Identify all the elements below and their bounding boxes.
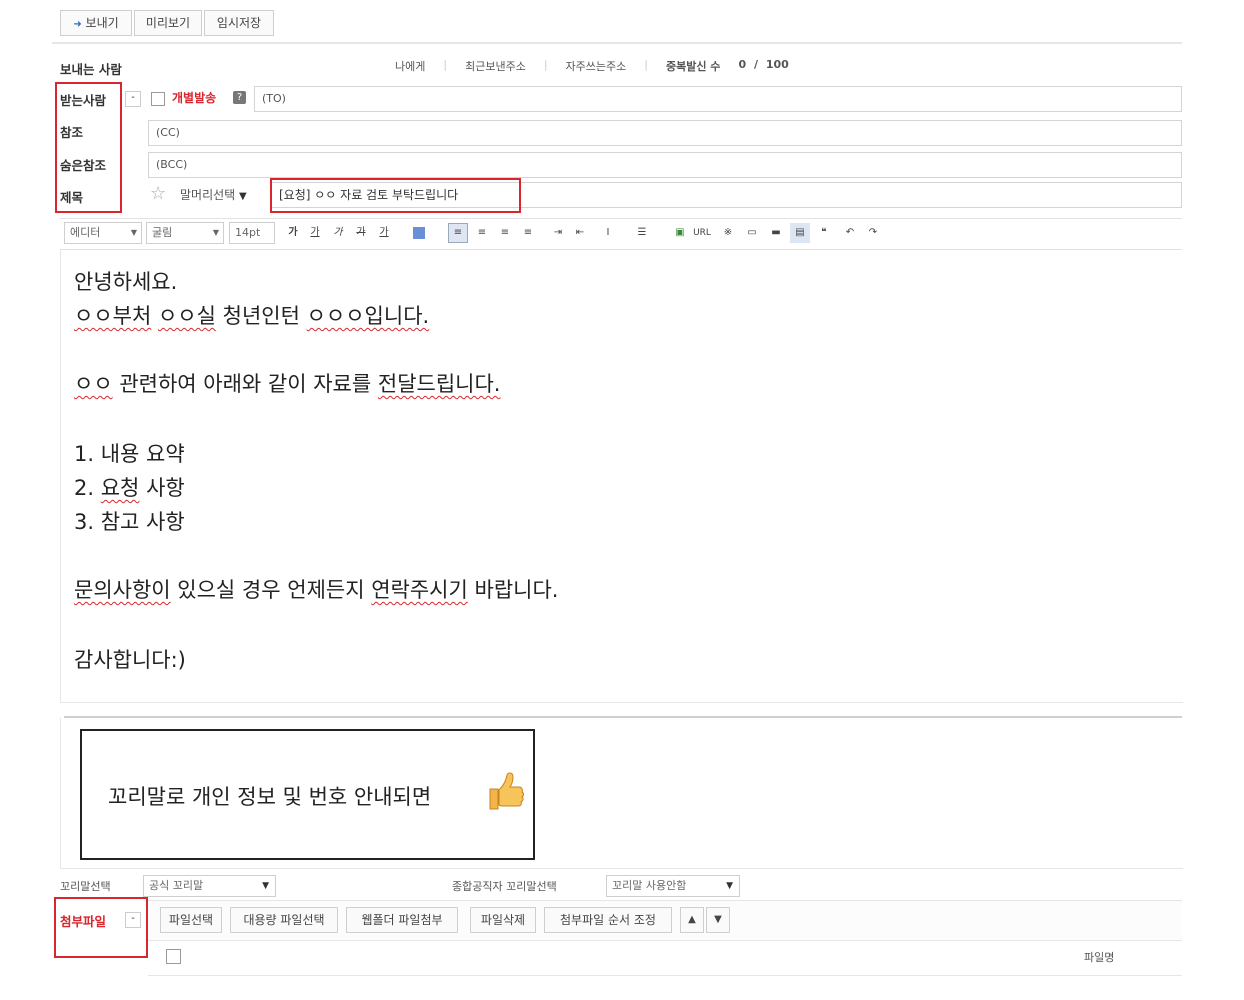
chevron-down-icon: ▼ [262, 881, 269, 891]
individual-send-checkbox[interactable] [151, 92, 165, 106]
general-signature-label: 종합공직자 꼬리말선택 [452, 880, 557, 893]
body-contact: 문의사항이 있으실 경우 언제든지 연락주시기 바랍니다. [74, 578, 559, 602]
highlight-subject [270, 178, 521, 213]
move-down-button[interactable]: ▼ [706, 907, 730, 933]
align-left-icon[interactable]: ≡ [448, 223, 468, 243]
body-intro: ㅇㅇ부처 ㅇㅇ실 청년인턴 ㅇㅇㅇ입니다. [74, 304, 430, 328]
move-up-button[interactable]: ▲ [680, 907, 704, 933]
align-right-icon[interactable]: ≡ [495, 223, 515, 243]
underline-button[interactable]: 가 [305, 223, 325, 243]
star-icon[interactable]: ☆ [150, 183, 166, 204]
send-icon: ➜ [73, 19, 82, 30]
individual-send-label: 개별발송 [172, 91, 217, 105]
table-icon[interactable]: ▭ [742, 223, 762, 243]
toolbar-divider [52, 42, 1182, 44]
sender-label: 보내는 사람 [60, 62, 122, 77]
link-recent-address[interactable]: 최근보낸주소 [465, 58, 526, 74]
editor-mode-select[interactable]: 에디터 ▼ [64, 222, 142, 244]
font-family-select[interactable]: 굴림 ▼ [146, 222, 224, 244]
font-color-button[interactable]: 가 [374, 223, 394, 243]
chevron-down-icon: ▼ [239, 191, 247, 202]
body-line2: ㅇㅇ 관련하여 아래와 같이 자료를 전달드립니다. [74, 372, 501, 396]
to-input[interactable]: (TO) [254, 86, 1182, 112]
body-item3: 3. 참고 사항 [74, 510, 185, 534]
attachment-list-header [148, 940, 1182, 976]
print-icon[interactable]: ▬ [766, 223, 786, 243]
file-delete-button[interactable]: 파일삭제 [470, 907, 536, 933]
body-greeting: 안녕하세요. [74, 270, 178, 294]
signature-select-label: 꼬리말선택 [60, 880, 111, 893]
sender-links: 나에게 | 최근보낸주소 | 자주쓰는주소 | 중복발신 수 0 / 100 [395, 58, 789, 74]
chevron-down-icon: ▼ [130, 228, 137, 237]
callout-text: 꼬리말로 개인 정보 및 번호 안내되면 [108, 785, 432, 809]
help-icon[interactable]: ? [233, 91, 246, 104]
chevron-down-icon: ▼ [726, 881, 733, 891]
bold-button[interactable]: 가 [283, 223, 303, 243]
webfolder-attach-button[interactable]: 웹폴더 파일첨부 [346, 907, 458, 933]
preview-button[interactable]: 미리보기 [134, 10, 202, 36]
font-size-select[interactable]: 14pt [229, 222, 275, 244]
select-all-checkbox[interactable] [166, 949, 181, 964]
indent-icon[interactable]: ⇥ [548, 223, 568, 243]
general-signature-select[interactable]: 꼬리말 사용안함 ▼ [606, 875, 740, 897]
image-icon[interactable]: ▣ [670, 223, 690, 243]
link-frequent-address[interactable]: 자주쓰는주소 [566, 58, 627, 74]
link-url-button[interactable]: URL [690, 223, 714, 243]
filename-column-header: 파일명 [1084, 951, 1115, 964]
dup-send-count: 0 / 100 [738, 58, 789, 71]
html-icon[interactable]: ▤ [790, 223, 810, 243]
callout-box: 꼬리말로 개인 정보 및 번호 안내되면 [80, 729, 535, 860]
save-draft-button[interactable]: 임시저장 [204, 10, 274, 36]
highlight-recipient-labels [55, 82, 122, 213]
strike-button[interactable]: 가 [351, 223, 371, 243]
highlight-attachments [54, 897, 148, 958]
outdent-icon[interactable]: ⇤ [570, 223, 590, 243]
align-justify-icon[interactable]: ≡ [518, 223, 538, 243]
link-to-me[interactable]: 나에게 [395, 58, 425, 74]
quote-icon[interactable]: ❝ [814, 223, 834, 243]
body-item2: 2. 요청 사항 [74, 476, 185, 500]
undo-icon[interactable]: ↶ [840, 223, 860, 243]
cc-input[interactable]: (CC) [148, 120, 1182, 146]
file-select-button[interactable]: 파일선택 [160, 907, 222, 933]
send-button[interactable]: ➜ 보내기 [60, 10, 132, 36]
special-char-icon[interactable]: ※ [718, 223, 738, 243]
to-expand-toggle[interactable]: - [125, 91, 141, 107]
line-height-icon[interactable]: I [598, 223, 618, 243]
italic-button[interactable]: 가 [328, 223, 348, 243]
body-item1: 1. 내용 요약 [74, 442, 185, 466]
large-file-select-button[interactable]: 대용량 파일선택 [230, 907, 338, 933]
subject-prefix-select[interactable]: 말머리선택 ▼ [180, 186, 247, 203]
attachment-order-button[interactable]: 첨부파일 순서 조정 [544, 907, 672, 933]
list-icon[interactable]: ☰ [632, 223, 652, 243]
body-thanks: 감사합니다:) [74, 648, 186, 672]
signature-select[interactable]: 공식 꼬리말 ▼ [143, 875, 276, 897]
align-center-icon[interactable]: ≡ [472, 223, 492, 243]
bg-color-icon[interactable] [409, 223, 429, 243]
thumbs-up-icon [489, 772, 524, 810]
chevron-down-icon: ▼ [212, 228, 219, 237]
bcc-input[interactable]: (BCC) [148, 152, 1182, 178]
dup-send-label: 중복발신 수 [666, 60, 721, 73]
redo-icon[interactable]: ↷ [863, 223, 883, 243]
